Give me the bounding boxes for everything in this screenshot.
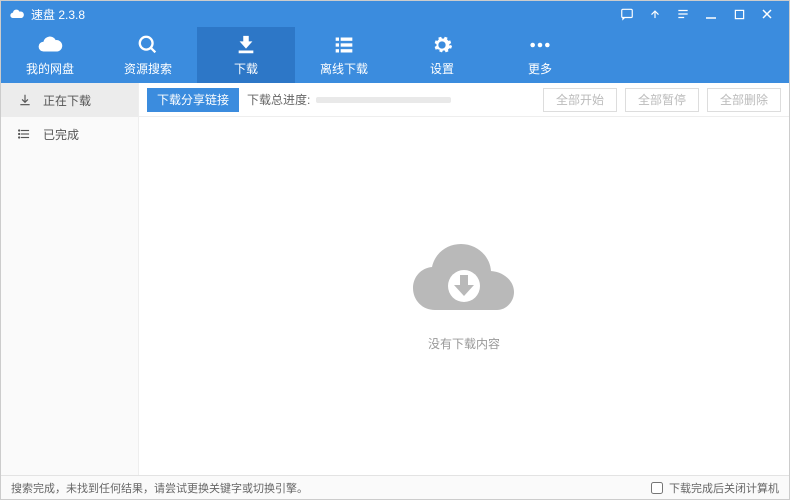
toolbar: 下载分享链接 下载总进度: 全部开始 全部暂停 全部删除 [139,83,789,117]
nav-offline[interactable]: 离线下载 [295,27,393,83]
body: 正在下载 已完成 下载分享链接 下载总进度: 全部开始 全部暂停 全部删除 [1,83,789,475]
pause-all-button[interactable]: 全部暂停 [625,88,699,112]
downloading-icon [17,92,33,108]
skin-icon[interactable] [669,1,697,27]
sidebar-item-completed[interactable]: 已完成 [1,117,138,151]
sidebar-item-downloading[interactable]: 正在下载 [1,83,138,117]
cloud-download-icon [409,240,519,323]
nav-more[interactable]: 更多 [491,27,589,83]
nav-mydisk[interactable]: 我的网盘 [1,27,99,83]
sidebar-item-label: 正在下载 [43,92,91,109]
nav-settings[interactable]: 设置 [393,27,491,83]
feedback-icon[interactable] [613,1,641,27]
close-button[interactable] [753,1,781,27]
nav-label: 下载 [234,60,258,77]
status-bar: 搜索完成，未找到任何结果，请尝试更换关键字或切换引擎。 下载完成后关闭计算机 [1,475,789,499]
nav-search[interactable]: 资源搜索 [99,27,197,83]
app-logo-icon [9,6,25,22]
sidebar-item-label: 已完成 [43,126,79,143]
download-icon [235,34,257,56]
nav-label: 设置 [430,60,454,77]
minimize-button[interactable] [697,1,725,27]
nav-label: 我的网盘 [26,60,74,77]
completed-icon [17,126,33,142]
start-all-button[interactable]: 全部开始 [543,88,617,112]
app-window: 速盘 2.3.8 我的网盘 [0,0,790,500]
list-icon [333,34,355,56]
title-bar: 速盘 2.3.8 [1,1,789,27]
update-icon[interactable] [641,1,669,27]
progress-label: 下载总进度: [247,91,310,108]
download-share-link-button[interactable]: 下载分享链接 [147,88,239,112]
status-message: 搜索完成，未找到任何结果，请尝试更换关键字或切换引擎。 [11,480,308,496]
nav-download[interactable]: 下载 [197,27,295,83]
empty-text: 没有下载内容 [428,335,500,352]
total-progress: 下载总进度: [247,91,451,108]
empty-state: 没有下载内容 [139,117,789,475]
delete-all-button[interactable]: 全部删除 [707,88,781,112]
main-panel: 下载分享链接 下载总进度: 全部开始 全部暂停 全部删除 [139,83,789,475]
search-icon [137,34,159,56]
more-icon [529,34,551,56]
shutdown-checkbox[interactable] [651,482,663,494]
nav-label: 离线下载 [320,60,368,77]
app-title: 速盘 2.3.8 [31,6,85,23]
shutdown-label: 下载完成后关闭计算机 [669,480,779,496]
cloud-icon [37,34,63,56]
maximize-button[interactable] [725,1,753,27]
main-nav: 我的网盘 资源搜索 下载 离线下载 设置 [1,27,789,83]
gear-icon [431,34,453,56]
nav-label: 更多 [528,60,552,77]
nav-label: 资源搜索 [124,60,172,77]
progress-bar [316,97,451,103]
sidebar: 正在下载 已完成 [1,83,139,475]
